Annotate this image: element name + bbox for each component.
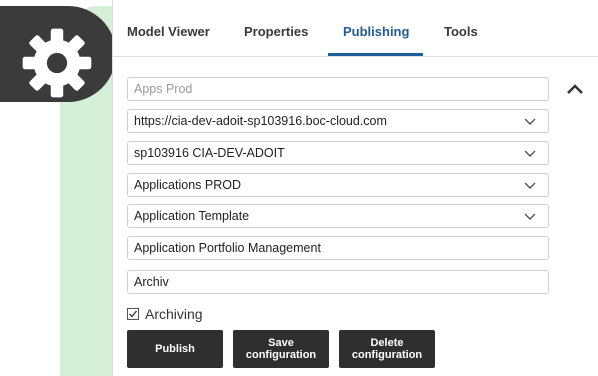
archiving-option[interactable]: Archiving <box>127 304 203 324</box>
chevron-down-icon <box>524 213 536 220</box>
save-button-label-line1: Save <box>268 337 294 349</box>
chevron-down-icon <box>524 118 536 125</box>
tab-properties[interactable]: Properties <box>244 24 308 39</box>
chevron-down-icon <box>524 150 536 157</box>
environment-select[interactable]: Applications PROD <box>127 173 549 197</box>
publishing-panel: Model Viewer Properties Publishing Tools… <box>112 0 598 376</box>
delete-button-label-line2: configuration <box>351 349 423 361</box>
check-icon <box>129 310 138 318</box>
delete-configuration-button[interactable]: Delete configuration <box>339 330 435 368</box>
active-tab-indicator <box>328 53 423 56</box>
repository-value: sp103916 CIA-DEV-ADOIT <box>134 146 285 160</box>
tab-bar: Model Viewer Properties Publishing Tools <box>113 0 598 57</box>
tab-model-viewer[interactable]: Model Viewer <box>127 24 210 39</box>
chevron-down-icon <box>524 182 536 189</box>
save-configuration-button[interactable]: Save configuration <box>233 330 329 368</box>
server-url-value: https://cia-dev-adoit-sp103916.boc-cloud… <box>134 114 387 128</box>
tab-publishing[interactable]: Publishing <box>343 24 409 39</box>
publish-button[interactable]: Publish <box>127 330 223 368</box>
archiving-checkbox[interactable] <box>127 308 139 320</box>
template-select[interactable]: Application Template <box>127 204 549 228</box>
archive-folder-input[interactable]: Archiv <box>127 270 549 294</box>
settings-badge[interactable] <box>0 6 116 102</box>
delete-button-label-line1: Delete <box>370 337 404 349</box>
environment-value: Applications PROD <box>134 178 241 192</box>
publish-button-label: Publish <box>155 343 195 355</box>
app-name-input[interactable]: Apps Prod <box>127 77 549 101</box>
template-value: Application Template <box>134 209 250 223</box>
chevron-up-icon[interactable] <box>565 82 585 96</box>
server-url-select[interactable]: https://cia-dev-adoit-sp103916.boc-cloud… <box>127 109 549 133</box>
archiving-label: Archiving <box>145 306 203 322</box>
model-name-input[interactable]: Application Portfolio Management <box>127 236 549 260</box>
tab-tools[interactable]: Tools <box>444 24 478 39</box>
repository-select[interactable]: sp103916 CIA-DEV-ADOIT <box>127 141 549 165</box>
save-button-label-line2: configuration <box>245 349 317 361</box>
gear-icon <box>22 28 92 98</box>
